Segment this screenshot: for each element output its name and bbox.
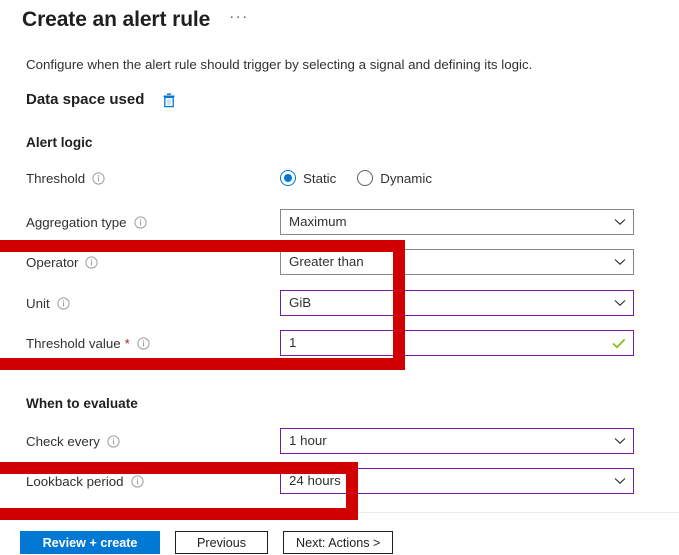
aggregation-type-select[interactable]: Maximum [280,209,634,235]
info-icon[interactable] [107,434,120,448]
review-create-button[interactable]: Review + create [20,531,160,554]
trash-icon[interactable] [162,92,176,108]
operator-label-group: Operator [26,255,280,270]
check-icon [612,338,626,349]
threshold-option-dynamic-label: Dynamic [380,170,432,186]
threshold-option-dynamic[interactable]: Dynamic [357,170,432,186]
threshold-label-group: Threshold [26,171,280,186]
chevron-down-icon [614,477,626,485]
page-title: Create an alert rule [22,8,211,31]
chevron-down-icon [614,299,626,307]
check-every-select[interactable]: 1 hour [280,428,634,454]
unit-row: Unit GiB [26,290,634,316]
info-icon[interactable] [137,336,150,350]
threshold-option-static-label: Static [303,170,337,186]
aggregation-type-label: Aggregation type [26,214,127,230]
threshold-value-label: Threshold value [26,335,121,351]
threshold-row: Threshold Static Dynamic [26,165,634,191]
radio-unselected-icon [357,170,374,186]
page-description: Configure when the alert rule should tri… [26,57,533,72]
previous-button[interactable]: Previous [175,531,268,554]
lookback-period-label-group: Lookback period [26,474,280,489]
page-header: Create an alert rule ··· [22,6,252,34]
required-marker: * [124,335,130,351]
chevron-down-icon [614,437,626,445]
threshold-value-text: 1 [289,336,297,350]
overflow-menu-button[interactable]: ··· [226,6,252,34]
threshold-option-static[interactable]: Static [280,170,336,186]
info-icon[interactable] [85,255,99,269]
footer-button-bar: Review + create Previous Next: Actions > [20,531,394,554]
lookback-period-value: 24 hours [289,474,341,488]
unit-select[interactable]: GiB [280,290,634,316]
operator-row: Operator Greater than [26,249,634,275]
info-icon[interactable] [133,215,147,229]
check-every-value: 1 hour [289,434,327,448]
radio-selected-icon [280,170,296,186]
next-actions-button[interactable]: Next: Actions > [283,531,394,554]
threshold-radio-group[interactable]: Static Dynamic [280,170,432,186]
info-icon[interactable] [57,296,70,310]
unit-label-group: Unit [26,296,280,311]
signal-name: Data space used [26,91,145,108]
threshold-value-label-group: Threshold value * [26,336,280,351]
lookback-period-label: Lookback period [26,473,124,489]
check-every-row: Check every 1 hour [26,428,634,454]
unit-label: Unit [26,295,50,311]
threshold-label: Threshold [26,170,86,186]
aggregation-type-label-group: Aggregation type [26,215,280,230]
when-to-evaluate-section-title: When to evaluate [26,396,138,411]
alert-logic-section-title: Alert logic [26,135,93,150]
threshold-value-row: Threshold value * 1 [26,330,634,356]
signal-row: Data space used [26,91,176,108]
lookback-period-select[interactable]: 24 hours [280,468,634,494]
operator-label: Operator [26,254,79,270]
chevron-down-icon [614,258,626,266]
unit-value: GiB [289,296,312,310]
chevron-down-icon [614,218,626,226]
footer-divider [0,512,679,513]
info-icon[interactable] [92,171,105,185]
lookback-period-row: Lookback period 24 hours [26,468,634,494]
check-every-label: Check every [26,433,100,449]
threshold-value-input[interactable]: 1 [280,330,634,356]
operator-select[interactable]: Greater than [280,249,634,275]
aggregation-type-row: Aggregation type Maximum [26,209,634,235]
aggregation-type-value: Maximum [289,215,347,229]
check-every-label-group: Check every [26,434,280,449]
info-icon[interactable] [130,474,144,488]
operator-value: Greater than [289,255,364,269]
